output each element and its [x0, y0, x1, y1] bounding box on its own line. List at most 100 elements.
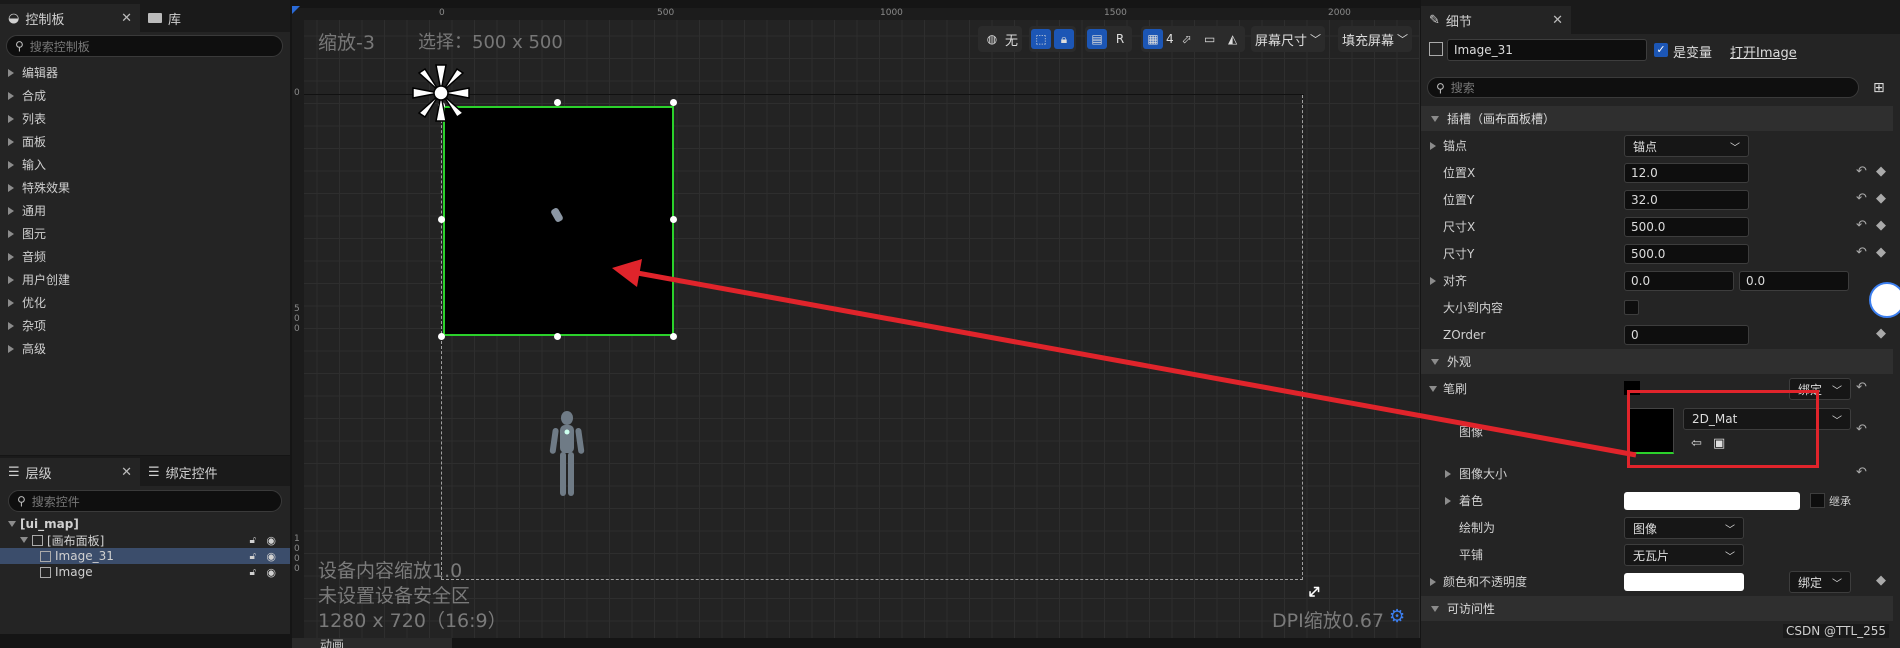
- reset-arrow-icon[interactable]: ↶: [1856, 218, 1867, 233]
- alignment-y-field[interactable]: 0.0: [1739, 271, 1849, 291]
- outline-icon[interactable]: ▤: [1087, 29, 1107, 49]
- draw-as-dropdown[interactable]: 图像 ﹀: [1624, 517, 1744, 539]
- lock-icon[interactable]: 🔓︎: [250, 535, 256, 546]
- respect-locks-icon[interactable]: ⬚: [1031, 29, 1051, 49]
- accessibility-section-header[interactable]: 可访问性: [1421, 596, 1893, 621]
- size-y-field[interactable]: 500.0: [1624, 244, 1749, 264]
- tiling-dropdown[interactable]: 无瓦片 ﹀: [1624, 544, 1744, 566]
- keyframe-icon[interactable]: ◆: [1876, 326, 1886, 341]
- screen-size-dropdown[interactable]: 屏幕尺寸 ﹀: [1251, 26, 1326, 52]
- zorder-field[interactable]: 0: [1624, 325, 1749, 345]
- tree-item-canvas[interactable]: [画布面板] 🔓︎ ◉: [0, 532, 290, 548]
- animation-tab[interactable]: 动画: [292, 638, 452, 648]
- palette-category[interactable]: 输入: [0, 153, 290, 176]
- expand-arrow-icon[interactable]: [1445, 470, 1451, 478]
- resize-handle[interactable]: [438, 333, 445, 340]
- eye-icon[interactable]: ◉: [266, 550, 276, 563]
- reset-arrow-icon[interactable]: ↶: [1856, 191, 1867, 206]
- reset-arrow-icon[interactable]: ↶: [1856, 422, 1867, 437]
- palette-search-input[interactable]: ⚲ 搜索控制板: [6, 35, 283, 57]
- keyframe-icon[interactable]: ◆: [1876, 573, 1886, 588]
- slot-section-header[interactable]: 插槽（画布面板槽）: [1421, 106, 1893, 131]
- resize-handle[interactable]: [554, 99, 561, 106]
- inherit-checkbox[interactable]: [1810, 493, 1825, 508]
- resize-handle[interactable]: [670, 99, 677, 106]
- resize-handle[interactable]: [670, 333, 677, 340]
- collapse-arrow-icon[interactable]: [20, 537, 28, 543]
- tab-palette[interactable]: ◒ 控制板 ✕: [0, 4, 140, 32]
- tab-bind-widgets[interactable]: ☰ 绑定控件: [140, 458, 226, 486]
- palette-category[interactable]: 用户创建: [0, 268, 290, 291]
- palette-category[interactable]: 列表: [0, 107, 290, 130]
- cursor-icon[interactable]: ⬀: [1177, 29, 1197, 49]
- reset-arrow-icon[interactable]: ↶: [1856, 164, 1867, 179]
- fill-screen-dropdown[interactable]: 填充屏幕 ﹀: [1338, 26, 1413, 52]
- lock-icon[interactable]: 🔓︎: [250, 551, 256, 562]
- hierarchy-search-input[interactable]: ⚲ 搜索控件: [8, 490, 282, 512]
- alignment-x-field[interactable]: 0.0: [1624, 271, 1734, 291]
- details-search-input[interactable]: ⚲ 搜索: [1427, 77, 1859, 98]
- keyframe-icon[interactable]: ◆: [1876, 191, 1886, 206]
- palette-category[interactable]: 优化: [0, 291, 290, 314]
- close-icon[interactable]: ✕: [1552, 13, 1563, 28]
- position-x-field[interactable]: 12.0: [1624, 163, 1749, 183]
- resize-handle[interactable]: [554, 333, 561, 340]
- color-bind-dropdown[interactable]: 绑定 ﹀: [1789, 571, 1851, 593]
- tab-details[interactable]: ✎ 细节 ✕: [1421, 6, 1571, 34]
- eye-icon[interactable]: ◉: [266, 534, 276, 547]
- widget-name-field[interactable]: Image_31: [1447, 39, 1647, 61]
- close-icon[interactable]: ✕: [121, 465, 132, 480]
- reset-arrow-icon[interactable]: ↶: [1856, 245, 1867, 260]
- expand-arrow-icon[interactable]: [1430, 142, 1436, 150]
- grid-count[interactable]: 4: [1166, 32, 1174, 46]
- palette-category[interactable]: 杂项: [0, 314, 290, 337]
- triangle-icon[interactable]: ◭: [1223, 29, 1243, 49]
- globe-icon[interactable]: ◍: [982, 29, 1002, 49]
- tint-color-swatch[interactable]: [1624, 492, 1800, 510]
- expand-arrow-icon[interactable]: [1445, 497, 1451, 505]
- resize-handle[interactable]: [438, 216, 445, 223]
- position-y-field[interactable]: 32.0: [1624, 190, 1749, 210]
- reset-arrow-icon[interactable]: ↶: [1856, 380, 1867, 395]
- collapse-arrow-icon[interactable]: [1429, 386, 1437, 392]
- palette-category[interactable]: 特殊效果: [0, 176, 290, 199]
- resize-handle[interactable]: [670, 216, 677, 223]
- image-icon[interactable]: ▭: [1200, 29, 1220, 49]
- palette-category[interactable]: 通用: [0, 199, 290, 222]
- keyframe-icon[interactable]: ◆: [1876, 218, 1886, 233]
- color-opacity-swatch[interactable]: [1624, 573, 1744, 591]
- expand-arrow-icon[interactable]: [1430, 277, 1436, 285]
- palette-category[interactable]: 高级: [0, 337, 290, 360]
- eye-icon[interactable]: ◉: [266, 566, 276, 579]
- grid-snap-icon[interactable]: ▦: [1143, 29, 1163, 49]
- tree-item-image[interactable]: Image 🔓︎ ◉: [0, 564, 290, 580]
- selected-image-widget[interactable]: [443, 106, 674, 336]
- palette-category[interactable]: 编辑器: [0, 61, 290, 84]
- expand-arrow-icon[interactable]: [1430, 578, 1436, 586]
- size-x-field[interactable]: 500.0: [1624, 217, 1749, 237]
- size-to-content-checkbox[interactable]: [1624, 300, 1639, 315]
- assistant-avatar[interactable]: [1869, 282, 1900, 318]
- open-image-link[interactable]: 打开Image: [1730, 42, 1797, 61]
- collapse-arrow-icon[interactable]: [8, 521, 16, 527]
- anchor-icon[interactable]: [409, 61, 473, 125]
- lock-icon[interactable]: 🔓︎: [250, 567, 256, 578]
- world-label[interactable]: 无: [1005, 30, 1018, 49]
- is-variable-checkbox[interactable]: ✓: [1654, 43, 1668, 57]
- property-matrix-icon[interactable]: ⊞: [1873, 80, 1885, 96]
- palette-category[interactable]: 合成: [0, 84, 290, 107]
- r-toggle-button[interactable]: R: [1110, 29, 1130, 49]
- anchor-dropdown[interactable]: 锚点 ﹀: [1624, 135, 1749, 157]
- character-figure-image[interactable]: [547, 410, 587, 506]
- reset-arrow-icon[interactable]: ↶: [1856, 465, 1867, 480]
- tab-library[interactable]: 库: [140, 4, 189, 32]
- keyframe-icon[interactable]: ◆: [1876, 245, 1886, 260]
- tree-item-root[interactable]: [ui_map]: [0, 516, 290, 532]
- tree-item-image31[interactable]: Image_31 🔓︎ ◉: [0, 548, 290, 564]
- lock-icon[interactable]: 🔒︎: [1054, 29, 1074, 49]
- keyframe-icon[interactable]: ◆: [1876, 164, 1886, 179]
- close-icon[interactable]: ✕: [121, 11, 132, 26]
- tab-hierarchy[interactable]: ☰ 层级 ✕: [0, 458, 140, 486]
- dpi-scale-label[interactable]: DPI缩放0.67: [1272, 606, 1384, 633]
- palette-category[interactable]: 音频: [0, 245, 290, 268]
